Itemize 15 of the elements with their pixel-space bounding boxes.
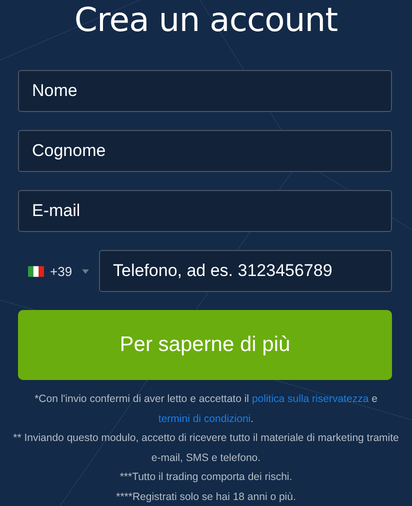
caret-icon — [82, 268, 90, 274]
flag-icon — [28, 266, 44, 276]
input-field[interactable]: Nome — [18, 70, 392, 112]
submit-button[interactable]: Per saperne di più — [18, 310, 392, 380]
terms-link[interactable]: termini di condizioni — [158, 412, 251, 424]
disclaimer-text: ** Inviando questo modulo, accetto di ricevere tutto il materiale di marketing tramite e-mail, SMS e telefono. — [12, 431, 400, 466]
disclaimer-text: ****Registrati solo se hai 18 anni o più. — [115, 490, 297, 504]
consent-text: *Con l'invio confermi di aver letto e accettato il politica sulla riservatezza e termini di condizioni. — [34, 392, 378, 426]
country-code-select[interactable]: +39 — [18, 250, 99, 292]
phone-field[interactable]: Telefono, ad es. 3123456789 — [99, 250, 392, 292]
privacy-link[interactable]: politica sulla riservatezza — [252, 393, 369, 405]
input-field[interactable]: E-mail — [18, 190, 392, 232]
page-title: Crea un account — [73, 0, 339, 40]
input-field[interactable]: Cognome — [18, 130, 392, 172]
disclaimer-text: ***Tutto il trading comporta dei rischi. — [118, 470, 294, 485]
